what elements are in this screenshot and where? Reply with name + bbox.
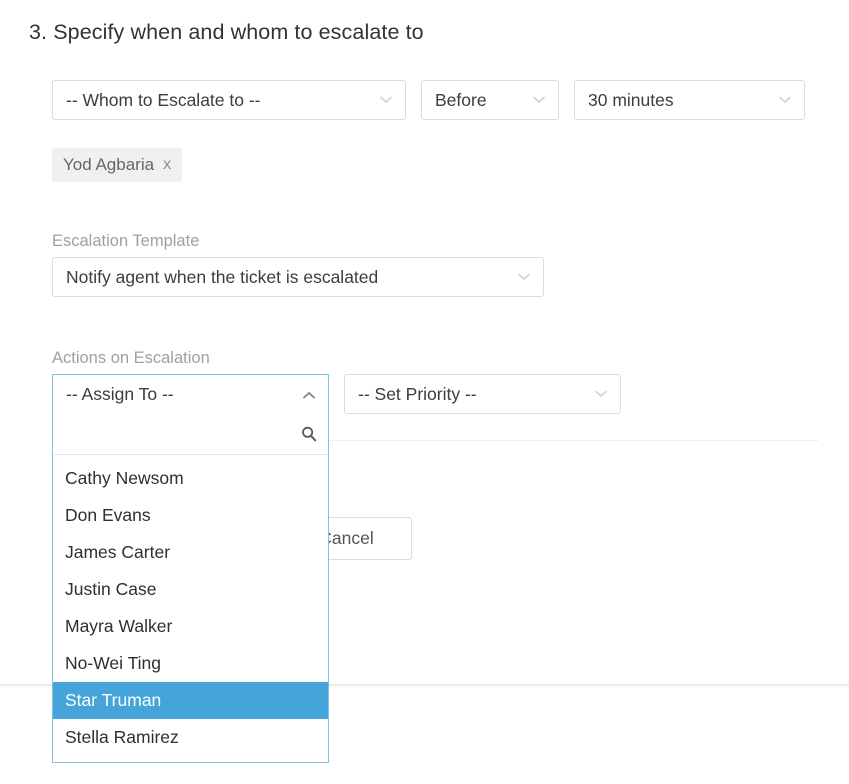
chevron-down-icon (377, 91, 395, 109)
assign-to-option[interactable]: James Carter (53, 534, 328, 571)
escalation-template-value: Notify agent when the ticket is escalate… (66, 267, 507, 288)
escalation-duration-value: 30 minutes (588, 90, 768, 111)
actions-on-escalation-label: Actions on Escalation (52, 349, 210, 368)
selected-agent-chip[interactable]: Yod Agbaria x (52, 148, 182, 182)
assign-to-value: -- Assign To -- (66, 384, 292, 405)
content-card: 3. Specify when and whom to escalate to … (0, 0, 849, 684)
assign-to-option-list: Cathy NewsomDon EvansJames CarterJustin … (53, 455, 328, 756)
assign-to-select[interactable]: -- Assign To -- (52, 374, 329, 414)
chevron-down-icon (530, 91, 548, 109)
assign-to-combobox: -- Assign To -- Cathy NewsomDon EvansJam… (52, 374, 329, 763)
assign-to-option[interactable]: No-Wei Ting (53, 645, 328, 682)
set-priority-select[interactable]: -- Set Priority -- (344, 374, 621, 414)
page-title: 3. Specify when and whom to escalate to (29, 20, 424, 45)
chevron-down-icon (776, 91, 794, 109)
chevron-down-icon (515, 268, 533, 286)
whom-to-escalate-value: -- Whom to Escalate to -- (66, 90, 369, 111)
escalation-settings-page: 3. Specify when and whom to escalate to … (0, 0, 849, 784)
assign-to-option[interactable]: Stella Ramirez (53, 719, 328, 756)
chevron-down-icon (592, 385, 610, 403)
chip-label: Yod Agbaria (63, 155, 154, 175)
escalation-template-label: Escalation Template (52, 232, 199, 251)
escalation-template-select[interactable]: Notify agent when the ticket is escalate… (52, 257, 544, 297)
escalation-timing-select[interactable]: Before (421, 80, 559, 120)
assign-to-search-input[interactable] (64, 425, 294, 444)
whom-to-escalate-select[interactable]: -- Whom to Escalate to -- (52, 80, 406, 120)
assign-to-option[interactable]: Cathy Newsom (53, 460, 328, 497)
chip-remove-icon[interactable]: x (163, 156, 171, 174)
chevron-up-icon (300, 386, 318, 404)
assign-to-option[interactable]: Star Truman (53, 682, 328, 719)
set-priority-value: -- Set Priority -- (358, 384, 584, 405)
escalation-duration-select[interactable]: 30 minutes (574, 80, 805, 120)
assign-to-dropdown-panel: Cathy NewsomDon EvansJames CarterJustin … (52, 414, 329, 763)
assign-to-search-row (53, 414, 328, 455)
search-icon[interactable] (300, 425, 318, 443)
escalation-timing-value: Before (435, 90, 522, 111)
assign-to-option[interactable]: Mayra Walker (53, 608, 328, 645)
assign-to-option[interactable]: Justin Case (53, 571, 328, 608)
assign-to-option[interactable]: Don Evans (53, 497, 328, 534)
